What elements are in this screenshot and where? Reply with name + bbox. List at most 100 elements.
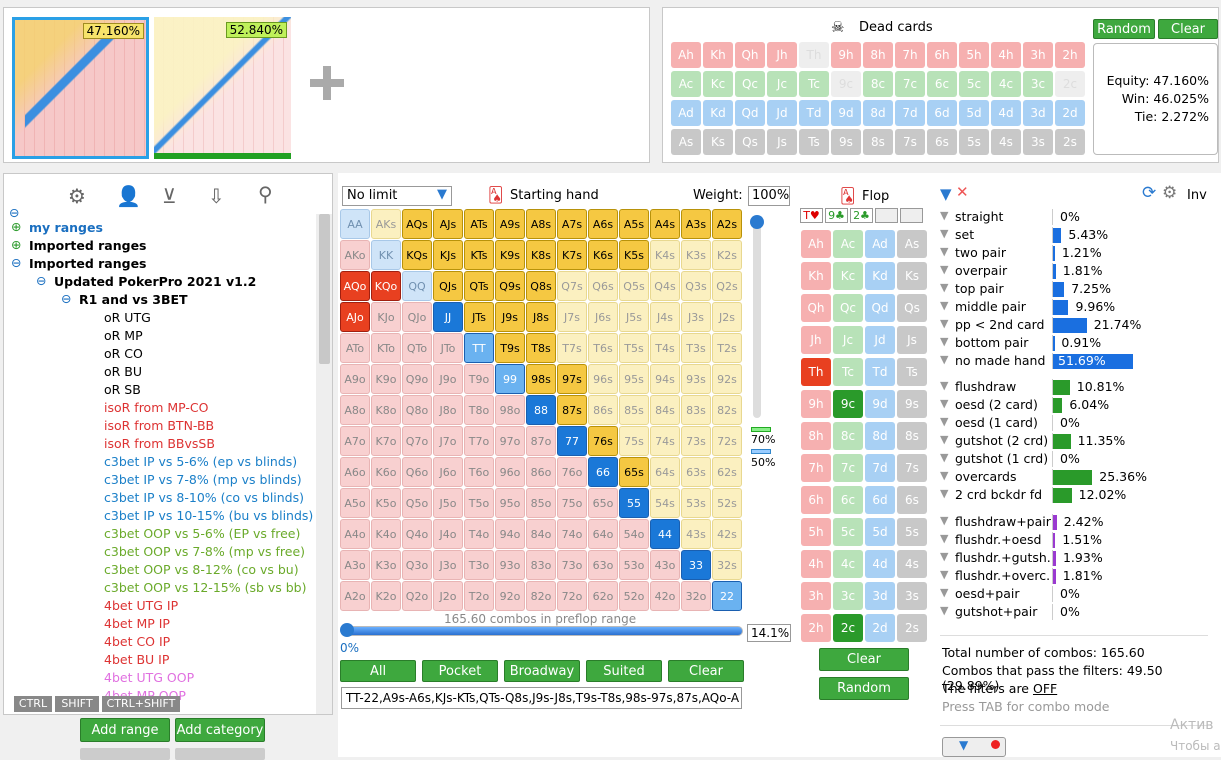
- hand-cell-T9o[interactable]: T9o: [464, 364, 494, 394]
- dead-card-2c[interactable]: 2c: [1055, 71, 1085, 97]
- hand-cell-K8s[interactable]: K8s: [526, 240, 556, 270]
- dead-card-8c[interactable]: 8c: [863, 71, 893, 97]
- hand-cell-K3s[interactable]: K3s: [681, 240, 711, 270]
- flop-card-6h[interactable]: 6h: [801, 486, 831, 514]
- dead-card-7h[interactable]: 7h: [895, 42, 925, 68]
- hand-cell-A2o[interactable]: A2o: [340, 581, 370, 611]
- hand-cell-J4s[interactable]: J4s: [650, 302, 680, 332]
- hand-cell-T7s[interactable]: T7s: [557, 333, 587, 363]
- hand-cell-Q6s[interactable]: Q6s: [588, 271, 618, 301]
- dead-card-As[interactable]: As: [671, 129, 701, 155]
- hand-cell-Q7s[interactable]: Q7s: [557, 271, 587, 301]
- flop-card-Ks[interactable]: Ks: [897, 262, 927, 290]
- hand-cell-43s[interactable]: 43s: [681, 519, 711, 549]
- dead-card-Js[interactable]: Js: [767, 129, 797, 155]
- hand-cell-T3o[interactable]: T3o: [464, 550, 494, 580]
- hand-cell-43o[interactable]: 43o: [650, 550, 680, 580]
- hand-cell-75s[interactable]: 75s: [619, 426, 649, 456]
- hand-cell-K2s[interactable]: K2s: [712, 240, 742, 270]
- flop-card-Jd[interactable]: Jd: [865, 326, 895, 354]
- stat-filter-icon[interactable]: ▼: [940, 514, 948, 527]
- hand-cell-76s[interactable]: 76s: [588, 426, 618, 456]
- tree-item-label[interactable]: 4bet UTG OOP: [104, 670, 194, 685]
- hand-cell-J2s[interactable]: J2s: [712, 302, 742, 332]
- add-range-plus-icon[interactable]: [310, 66, 344, 100]
- hand-cell-32s[interactable]: 32s: [712, 550, 742, 580]
- flop-card-Jc[interactable]: Jc: [833, 326, 863, 354]
- hand-cell-66[interactable]: 66: [588, 457, 618, 487]
- hand-cell-99[interactable]: 99: [495, 364, 525, 394]
- gear-icon[interactable]: ⚙: [68, 184, 86, 208]
- hand-cell-K3o[interactable]: K3o: [371, 550, 401, 580]
- tree-item-label[interactable]: 4bet BU IP: [104, 652, 169, 667]
- stat-filter-icon[interactable]: ▼: [940, 379, 948, 392]
- hand-cell-Q8o[interactable]: Q8o: [402, 395, 432, 425]
- hand-cell-KQo[interactable]: KQo: [371, 271, 401, 301]
- refresh-icon[interactable]: ⟳: [1142, 183, 1156, 203]
- tree-item-label[interactable]: c3bet OOP vs 5-6% (EP vs free): [104, 526, 300, 541]
- dead-card-8s[interactable]: 8s: [863, 129, 893, 155]
- hand-cell-53o[interactable]: 53o: [619, 550, 649, 580]
- hand-cell-AJo[interactable]: AJo: [340, 302, 370, 332]
- filters-off[interactable]: OFF: [1033, 681, 1057, 696]
- board-card[interactable]: [900, 208, 923, 223]
- dead-card-Ac[interactable]: Ac: [671, 71, 701, 97]
- tree-root-collapse-icon[interactable]: ⊖: [9, 205, 19, 220]
- hand-cell-JTs[interactable]: JTs: [464, 302, 494, 332]
- hand-cell-J3s[interactable]: J3s: [681, 302, 711, 332]
- hand-cell-52s[interactable]: 52s: [712, 488, 742, 518]
- range-slider[interactable]: [340, 623, 743, 637]
- hand-cell-J4o[interactable]: J4o: [433, 519, 463, 549]
- hand-cell-62s[interactable]: 62s: [712, 457, 742, 487]
- flop-card-5s[interactable]: 5s: [897, 518, 927, 546]
- hand-cell-88[interactable]: 88: [526, 395, 556, 425]
- tree-expand-icon[interactable]: ⊕: [11, 219, 21, 234]
- hand-cell-T6o[interactable]: T6o: [464, 457, 494, 487]
- hand-cell-K6s[interactable]: K6s: [588, 240, 618, 270]
- dead-card-Jd[interactable]: Jd: [767, 100, 797, 126]
- hand-cell-96o[interactable]: 96o: [495, 457, 525, 487]
- flop-card-Jh[interactable]: Jh: [801, 326, 831, 354]
- hand-cell-KJs[interactable]: KJs: [433, 240, 463, 270]
- hand-cell-AA[interactable]: AA: [340, 209, 370, 239]
- hand-cell-T5s[interactable]: T5s: [619, 333, 649, 363]
- stat-filter-icon[interactable]: ▼: [940, 568, 948, 581]
- hand-cell-JTo[interactable]: JTo: [433, 333, 463, 363]
- dead-card-6h[interactable]: 6h: [927, 42, 957, 68]
- hand-cell-33[interactable]: 33: [681, 550, 711, 580]
- hand-cell-A9o[interactable]: A9o: [340, 364, 370, 394]
- tree-item-label[interactable]: c3bet OOP vs 8-12% (co vs bu): [104, 562, 299, 577]
- hand-cell-87s[interactable]: 87s: [557, 395, 587, 425]
- hand-cell-83s[interactable]: 83s: [681, 395, 711, 425]
- flop-card-2s[interactable]: 2s: [897, 614, 927, 642]
- tree-expand-icon[interactable]: ⊖: [61, 291, 71, 306]
- hand-cell-Q3s[interactable]: Q3s: [681, 271, 711, 301]
- dead-card-2h[interactable]: 2h: [1055, 42, 1085, 68]
- hand-cell-42s[interactable]: 42s: [712, 519, 742, 549]
- hand-cell-85o[interactable]: 85o: [526, 488, 556, 518]
- inv-label[interactable]: Inv: [1187, 188, 1207, 203]
- hand-cell-A7s[interactable]: A7s: [557, 209, 587, 239]
- board-card[interactable]: T♥: [800, 208, 823, 223]
- add-category-button[interactable]: Add category: [175, 718, 265, 742]
- matrix-broadway-button[interactable]: Broadway: [504, 660, 580, 682]
- dead-card-Qd[interactable]: Qd: [735, 100, 765, 126]
- hand-cell-QTs[interactable]: QTs: [464, 271, 494, 301]
- tree-item-label[interactable]: oR BU: [104, 364, 142, 379]
- dead-card-4s[interactable]: 4s: [991, 129, 1021, 155]
- flop-card-2h[interactable]: 2h: [801, 614, 831, 642]
- dead-card-7s[interactable]: 7s: [895, 129, 925, 155]
- tree-scrollbar[interactable]: [316, 214, 332, 714]
- hand-cell-Q5o[interactable]: Q5o: [402, 488, 432, 518]
- flop-card-Kc[interactable]: Kc: [833, 262, 863, 290]
- dead-card-4d[interactable]: 4d: [991, 100, 1021, 126]
- hand-cell-K2o[interactable]: K2o: [371, 581, 401, 611]
- dead-card-Jh[interactable]: Jh: [767, 42, 797, 68]
- dead-card-Qh[interactable]: Qh: [735, 42, 765, 68]
- dead-card-Kd[interactable]: Kd: [703, 100, 733, 126]
- hand-cell-92o[interactable]: 92o: [495, 581, 525, 611]
- dead-card-5d[interactable]: 5d: [959, 100, 989, 126]
- tree-item-label[interactable]: c3bet IP vs 7-8% (mp vs blinds): [104, 472, 302, 487]
- hand-cell-K7s[interactable]: K7s: [557, 240, 587, 270]
- flop-card-As[interactable]: As: [897, 230, 927, 258]
